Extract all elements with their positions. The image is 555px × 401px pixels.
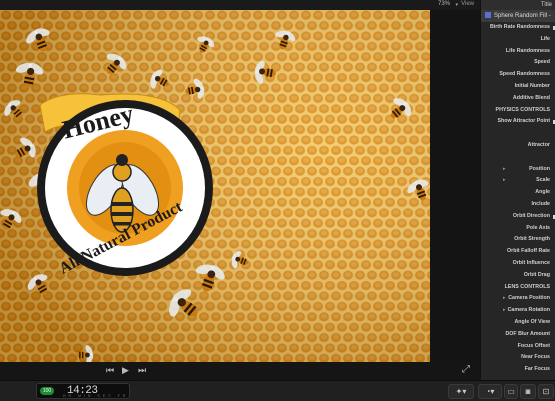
param-row[interactable]: Show Attractor Point	[481, 116, 555, 128]
param-row[interactable]: ▸ Camera Position	[481, 293, 555, 305]
inspector-panel: Title Sphere Random Fill - Birth Rate Ra…	[480, 0, 555, 380]
param-label: Orbit Direction	[512, 212, 550, 219]
param-row[interactable]: Orbit Strength	[481, 234, 555, 246]
shape-tool-icon[interactable]: ◔▾	[478, 384, 502, 399]
param-label: DOF Blur Amount	[505, 330, 550, 337]
disclosure-triangle-icon[interactable]: ▸	[503, 293, 506, 305]
param-row[interactable]: Birth Rate Randomness	[481, 22, 555, 34]
param-row[interactable]: Orbit Direction	[481, 211, 555, 223]
play-button[interactable]: ▶	[122, 365, 129, 376]
param-label: Pole Axis	[526, 224, 550, 231]
parameter-list: Birth Rate Randomness Life Life Randomness…	[481, 22, 555, 376]
param-label: Focus Offset	[517, 342, 550, 349]
param-label: Show Attractor Point	[497, 118, 550, 125]
param-label: Initial Number	[514, 82, 550, 89]
param-label: Include	[531, 200, 550, 207]
param-label: Scale	[536, 177, 550, 184]
param-row[interactable]	[481, 128, 555, 140]
timecode-units: HR MIN SEC FR	[63, 394, 129, 398]
param-row[interactable]: Angle	[481, 187, 555, 199]
param-row[interactable]: PHYSICS CONTROLS	[481, 105, 555, 117]
honeycomb-scene: All Natural Product Honey	[0, 10, 430, 362]
disclosure-triangle-icon[interactable]: ▸	[503, 175, 506, 187]
param-label: Camera Position	[508, 295, 550, 302]
next-frame-button[interactable]: ⏭	[138, 365, 146, 376]
param-row[interactable]: Far Focus	[481, 364, 555, 376]
selected-layer-label: Sphere Random Fill -	[494, 13, 551, 19]
param-label: LENS CONTROLS	[504, 283, 550, 290]
param-label: Additive Blend	[512, 94, 550, 101]
param-label: Attractor	[527, 141, 550, 148]
param-row[interactable]: Speed Randomness	[481, 69, 555, 81]
param-row[interactable]: ▸ Position	[481, 164, 555, 176]
param-label: Near Focus	[521, 354, 550, 361]
param-label: Angle	[535, 189, 550, 196]
param-row[interactable]: Angle Of View	[481, 317, 555, 329]
clip-tool-icon[interactable]: ▭	[504, 384, 518, 399]
disclosure-triangle-icon[interactable]: ▸	[503, 164, 506, 176]
param-row[interactable]: Near Focus	[481, 352, 555, 364]
transform-tool-icon[interactable]: ✦▾	[448, 384, 474, 399]
param-row[interactable]: Pole Axis	[481, 223, 555, 235]
param-label: Life Randomness	[505, 47, 550, 54]
timecode-display[interactable]: 100 14:23 HR MIN SEC FR	[36, 383, 130, 399]
bottom-toolbar: 100 14:23 HR MIN SEC FR ✦▾ ◔▾ ▭ ◙ ⊡	[0, 380, 555, 401]
param-row[interactable]: Initial Number	[481, 81, 555, 93]
param-label: Life	[540, 35, 550, 42]
param-row[interactable]: ▸ Camera Rotation	[481, 305, 555, 317]
fullscreen-icon[interactable]: ⤢	[462, 364, 470, 375]
param-label: Far Focus	[524, 366, 550, 373]
param-row[interactable]	[481, 152, 555, 164]
previous-frame-button[interactable]: ⏮	[106, 365, 114, 376]
mask-tool-icon[interactable]: ⊡	[538, 384, 554, 399]
param-row[interactable]: DOF Blur Amount	[481, 329, 555, 341]
param-row[interactable]: Speed	[481, 57, 555, 69]
param-row[interactable]: Focus Offset	[481, 341, 555, 353]
disclosure-triangle-icon[interactable]: ▸	[503, 305, 506, 317]
param-row[interactable]: Orbit Falloff Rate	[481, 246, 555, 258]
param-row[interactable]: Orbit Influence	[481, 258, 555, 270]
param-row[interactable]: Orbit Drag	[481, 270, 555, 282]
param-row[interactable]: ▸ Scale	[481, 175, 555, 187]
param-label: Orbit Falloff Rate	[507, 248, 550, 255]
param-label: Angle Of View	[514, 318, 550, 325]
selected-layer[interactable]: Sphere Random Fill -	[481, 10, 555, 22]
view-menu[interactable]: View	[461, 1, 474, 7]
canvas-viewer: 73% ▾ View All Natural Product Honey ⏮ ▶…	[0, 0, 480, 380]
param-row[interactable]: Attractor	[481, 140, 555, 152]
param-row[interactable]: Include	[481, 199, 555, 211]
frame-rate-badge: 100	[40, 387, 54, 395]
param-row[interactable]: Life Randomness	[481, 46, 555, 58]
param-label: Position	[529, 165, 550, 172]
param-label: PHYSICS CONTROLS	[495, 106, 550, 113]
chevron-down-icon[interactable]: ▾	[455, 2, 458, 8]
transport-controls: ⏮ ▶ ⏭ ⤢	[0, 362, 480, 380]
param-row[interactable]: Life	[481, 34, 555, 46]
param-label: Speed	[534, 59, 550, 66]
param-label: Camera Rotation	[507, 307, 550, 314]
viewer-toolbar: 73% ▾ View	[0, 0, 480, 10]
zoom-level[interactable]: 73%	[438, 1, 450, 7]
layer-icon	[485, 12, 491, 19]
param-label: Speed Randomness	[499, 71, 550, 78]
param-label: Orbit Influence	[512, 259, 550, 266]
param-label: Orbit Strength	[514, 236, 550, 243]
param-label: Birth Rate Randomness	[489, 24, 550, 30]
param-row[interactable]: Additive Blend	[481, 93, 555, 105]
param-row[interactable]: LENS CONTROLS	[481, 282, 555, 294]
canvas[interactable]: All Natural Product Honey	[0, 10, 430, 362]
inspector-tab-title[interactable]: Title	[481, 0, 555, 10]
camera-tool-icon[interactable]: ◙	[520, 384, 536, 399]
param-label: Orbit Drag	[523, 271, 550, 278]
